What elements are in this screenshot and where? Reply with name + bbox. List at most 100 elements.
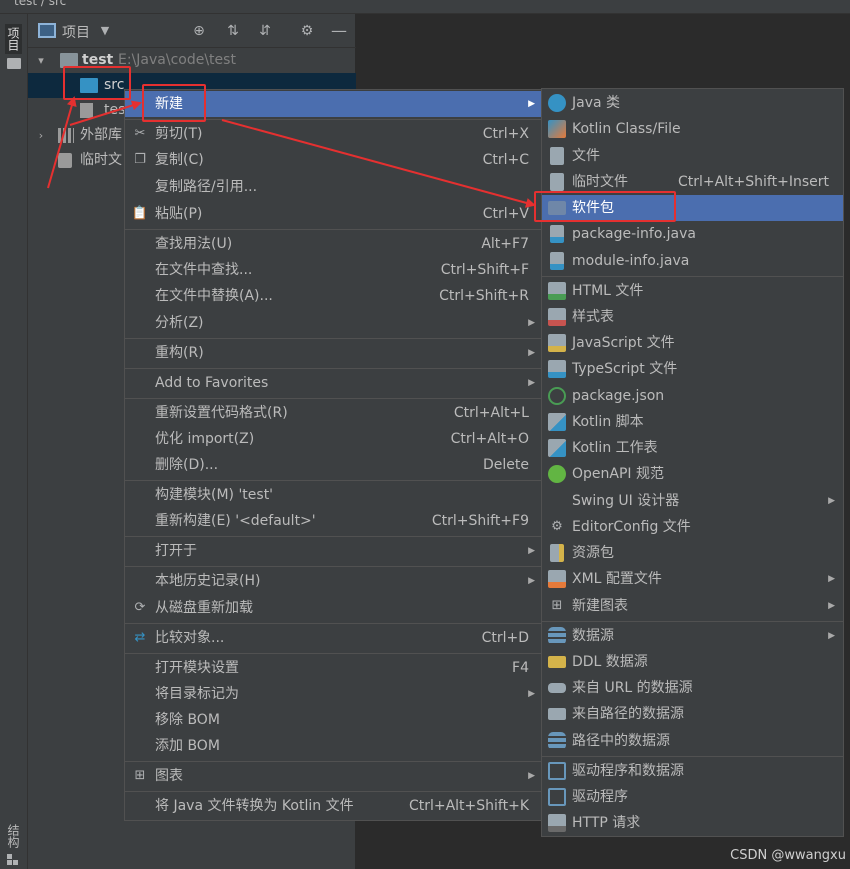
submenu-item-scratch-file[interactable]: 临时文件 Ctrl+Alt+Shift+Insert	[542, 169, 843, 195]
menu-item-reformat-code[interactable]: 重新设置代码格式(R) Ctrl+Alt+L	[125, 400, 541, 426]
menu-item-convert-to-kotlin[interactable]: 将 Java 文件转换为 Kotlin 文件 Ctrl+Alt+Shift+K	[125, 793, 541, 819]
menu-item-module-settings[interactable]: 打开模块设置 F4	[125, 655, 541, 681]
tree-scratches-label: 临时文	[80, 152, 122, 168]
api-icon	[548, 814, 566, 832]
submenu-item-module-info[interactable]: module-info.java	[542, 248, 843, 274]
project-panel-toolbar: 项目 ▼ ⊕ ⇅ ⇵ ⚙ —	[28, 14, 356, 48]
collapse-all-icon[interactable]: ⇵	[256, 22, 274, 40]
navigation-bar: test / src	[0, 0, 850, 14]
menu-item-compare-with[interactable]: ⇄ 比较对象... Ctrl+D	[125, 625, 541, 651]
menu-item-replace-in-files[interactable]: 在文件中替换(A)... Ctrl+Shift+R	[125, 283, 541, 309]
minimize-icon[interactable]: —	[330, 22, 348, 40]
breadcrumb-project[interactable]: test	[14, 0, 37, 8]
breadcrumb-folder[interactable]: src	[49, 0, 67, 8]
chevron-down-icon[interactable]: ▾	[34, 48, 48, 73]
menu-item-delete[interactable]: 删除(D)... Delete	[125, 452, 541, 478]
project-view-title[interactable]: 项目	[62, 22, 90, 42]
gear-icon: ⚙	[551, 519, 563, 534]
submenu-item-ddl-data-source[interactable]: DDL 数据源	[542, 649, 843, 675]
submenu-item-data-source-in-path[interactable]: 路径中的数据源	[542, 728, 843, 754]
breadcrumb[interactable]: test / src	[14, 0, 66, 8]
ts-icon	[548, 360, 566, 378]
scratches-icon	[58, 153, 72, 168]
js-icon	[548, 334, 566, 352]
expand-all-icon[interactable]: ⇅	[224, 22, 242, 40]
context-menu: 新建 ▶ ✂ 剪切(T) Ctrl+X ❐ 复制(C) Ctrl+C 复制路径/引用...…	[124, 89, 542, 821]
project-tool-tab[interactable]: 项目	[5, 24, 22, 54]
submenu-item-kotlin-script[interactable]: Kotlin 脚本	[542, 409, 843, 435]
menu-item-copy[interactable]: ❐ 复制(C) Ctrl+C	[125, 147, 541, 173]
structure-tab-label: 结构	[6, 824, 20, 848]
submenu-item-driver[interactable]: 驱动程序	[542, 784, 843, 810]
submenu-item-javascript[interactable]: JavaScript 文件	[542, 330, 843, 356]
submenu-item-xml-config[interactable]: XML 配置文件 ▶	[542, 566, 843, 592]
submenu-item-kotlin-class[interactable]: Kotlin Class/File	[542, 116, 843, 142]
menu-item-rebuild[interactable]: 重新构建(E) '<default>' Ctrl+Shift+F9	[125, 508, 541, 534]
menu-item-add-bom[interactable]: 添加 BOM	[125, 733, 541, 759]
chevron-down-icon[interactable]: ▼	[96, 22, 114, 40]
submenu-item-data-source[interactable]: 数据源 ▶	[542, 623, 843, 649]
tree-root-name: test	[82, 52, 114, 68]
scissors-icon: ✂	[134, 126, 146, 141]
chevron-right-icon: ▶	[828, 574, 835, 584]
watermark: CSDN @wwangxu	[730, 848, 846, 863]
tree-src-label: src	[104, 77, 125, 93]
menu-item-optimize-imports[interactable]: 优化 import(Z) Ctrl+Alt+O	[125, 426, 541, 452]
submenu-item-editorconfig[interactable]: ⚙ EditorConfig 文件	[542, 514, 843, 540]
java-file-icon	[550, 225, 564, 243]
url-datasource-icon	[548, 683, 566, 693]
submenu-item-http-request[interactable]: HTTP 请求	[542, 810, 843, 836]
structure-tool-tab[interactable]: 结构	[5, 824, 22, 848]
submenu-item-typescript[interactable]: TypeScript 文件	[542, 356, 843, 382]
ddl-icon	[548, 656, 566, 668]
menu-item-find-in-files[interactable]: 在文件中查找... Ctrl+Shift+F	[125, 257, 541, 283]
file-icon	[550, 147, 564, 165]
chevron-right-icon: ▶	[828, 601, 835, 611]
menu-item-open-in[interactable]: 打开于 ▶	[125, 538, 541, 564]
chevron-right-icon: ▶	[828, 496, 835, 506]
submenu-item-new-diagram[interactable]: ⊞ 新建图表 ▶	[542, 593, 843, 619]
html-icon	[548, 282, 566, 300]
menu-item-build-module[interactable]: 构建模块(M) 'test'	[125, 482, 541, 508]
submenu-item-openapi[interactable]: OpenAPI 规范	[542, 461, 843, 487]
submenu-item-package-info[interactable]: package-info.java	[542, 221, 843, 247]
gear-icon[interactable]: ⚙	[298, 22, 316, 40]
chevron-right-icon: ▶	[528, 546, 535, 556]
submenu-item-package[interactable]: 软件包	[542, 195, 843, 221]
menu-item-reload-from-disk[interactable]: ⟳ 从磁盘重新加载	[125, 595, 541, 621]
submenu-item-path-data-source[interactable]: 来自路径的数据源	[542, 701, 843, 727]
menu-item-mark-directory[interactable]: 将目录标记为 ▶	[125, 681, 541, 707]
menu-item-remove-bom[interactable]: 移除 BOM	[125, 707, 541, 733]
submenu-item-stylesheet[interactable]: 样式表	[542, 304, 843, 330]
menu-item-find-usages[interactable]: 查找用法(U) Alt+F7	[125, 231, 541, 257]
driver-icon	[548, 788, 566, 806]
menu-item-refactor[interactable]: 重构(R) ▶	[125, 340, 541, 366]
menu-item-copy-path[interactable]: 复制路径/引用...	[125, 174, 541, 200]
submenu-item-package-json[interactable]: package.json	[542, 383, 843, 409]
menu-item-analyze[interactable]: 分析(Z) ▶	[125, 310, 541, 336]
menu-item-cut[interactable]: ✂ 剪切(T) Ctrl+X	[125, 121, 541, 147]
folder-icon	[548, 708, 566, 720]
chevron-right-icon[interactable]: ›	[34, 123, 48, 148]
menu-item-diagrams[interactable]: ⊞ 图表 ▶	[125, 763, 541, 789]
submenu-item-drivers-and-sources[interactable]: 驱动程序和数据源	[542, 758, 843, 784]
copy-icon: ❐	[134, 152, 146, 167]
tree-node-root[interactable]: ▾ test E:\Java\code\test	[28, 48, 356, 73]
driver-icon	[548, 762, 566, 780]
menu-item-paste[interactable]: 📋 粘贴(P) Ctrl+V	[125, 201, 541, 227]
locate-icon[interactable]: ⊕	[190, 22, 208, 40]
submenu-item-kotlin-worksheet[interactable]: Kotlin 工作表	[542, 435, 843, 461]
chevron-right-icon: ▶	[528, 318, 535, 328]
chevron-right-icon: ▶	[528, 689, 535, 699]
submenu-item-file[interactable]: 文件	[542, 143, 843, 169]
submenu-item-html[interactable]: HTML 文件	[542, 278, 843, 304]
menu-item-new[interactable]: 新建 ▶	[125, 91, 541, 117]
java-file-icon	[550, 252, 564, 270]
menu-item-add-to-favorites[interactable]: Add to Favorites ▶	[125, 370, 541, 396]
submenu-item-resource-bundle[interactable]: 资源包	[542, 540, 843, 566]
submenu-item-swing-ui[interactable]: Swing UI 设计器 ▶	[542, 488, 843, 514]
submenu-item-java-class[interactable]: Java 类	[542, 90, 843, 116]
menu-item-local-history[interactable]: 本地历史记录(H) ▶	[125, 568, 541, 594]
submenu-item-url-data-source[interactable]: 来自 URL 的数据源	[542, 675, 843, 701]
source-folder-icon	[80, 78, 98, 93]
